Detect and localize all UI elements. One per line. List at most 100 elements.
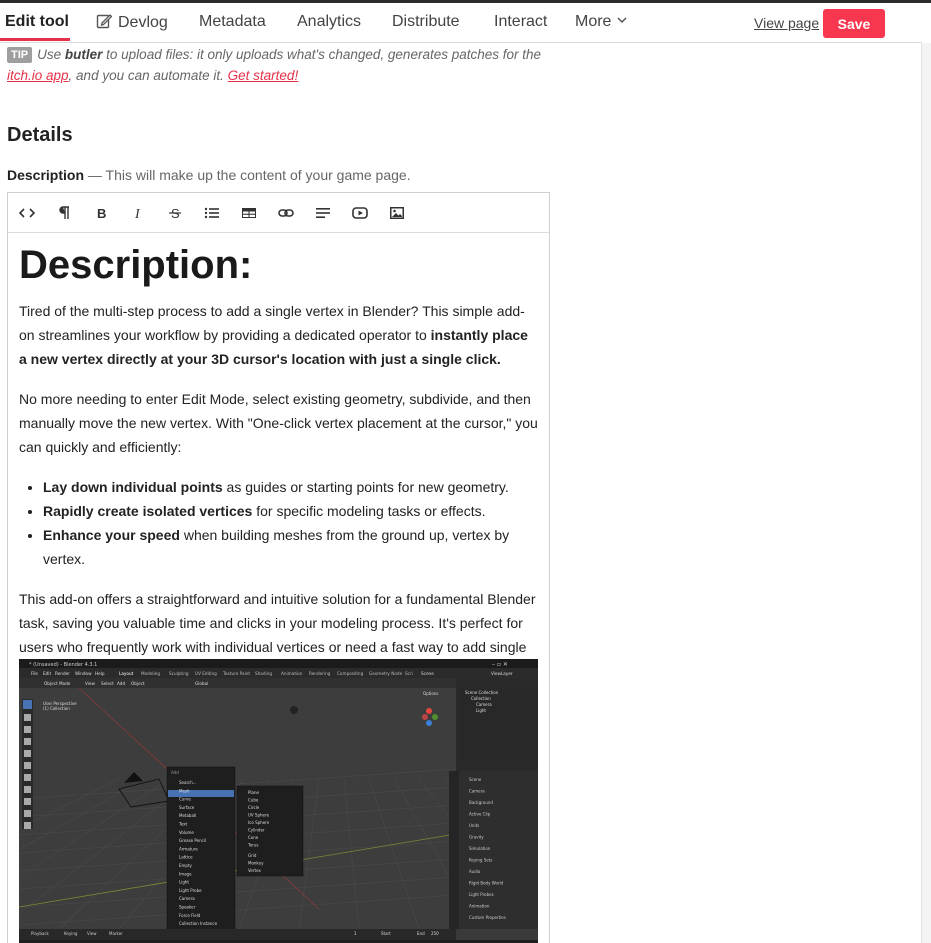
blender-title: * (Unsaved) - Blender 4.3.1 [29, 662, 97, 668]
object-mode-select: Object Mode [44, 681, 71, 686]
outliner-item: Light [476, 708, 486, 713]
bold-button[interactable]: B [82, 193, 119, 233]
properties-item: Scene [469, 777, 482, 782]
properties-item: Simulation [469, 846, 491, 851]
link-button[interactable] [267, 193, 304, 233]
blender-menu-item: Render [55, 671, 70, 676]
chevron-down-icon [617, 17, 627, 24]
properties-item: Animation [469, 904, 490, 909]
tip-text: , and you can automate it. [68, 68, 228, 83]
details-heading: Details [7, 124, 73, 146]
add-menu-item: Volume [179, 830, 194, 835]
timeline-menu-item: Marker [109, 931, 123, 936]
list-item-bold: Lay down individual points [43, 479, 223, 495]
timeline-menu-item: Playback [31, 931, 50, 936]
properties-item: Light Probes [469, 892, 494, 897]
gizmo-y-icon [432, 714, 438, 720]
blender-menu-item: Window [75, 671, 92, 676]
editor-content[interactable]: Description: Tired of the multi-step pro… [19, 237, 539, 699]
tab-analytics[interactable]: Analytics [297, 13, 361, 31]
content-heading: Description: [19, 243, 253, 287]
frame-end-label: End [417, 931, 425, 936]
mesh-menu-item: Plane [248, 790, 260, 795]
description-editor[interactable]: B I S Description: Tired of the multi-st… [7, 192, 550, 943]
gizmo-nx-icon [422, 714, 428, 720]
tool-icon [24, 810, 31, 817]
tab-more[interactable]: More [575, 13, 627, 31]
tab-interact[interactable]: Interact [494, 13, 547, 31]
outliner-item: Collection [471, 696, 491, 701]
scrollbar[interactable] [921, 43, 931, 943]
workspace-tab: Rendering [309, 671, 331, 676]
html-source-button[interactable] [8, 193, 45, 233]
tab-edit-tool[interactable]: Edit tool [5, 13, 69, 31]
properties-item: Custom Properties [469, 915, 506, 920]
select-tool-icon [23, 700, 32, 709]
outliner-item: Scene Collection [465, 690, 499, 695]
tab-distribute[interactable]: Distribute [392, 13, 460, 31]
code-icon [18, 207, 35, 218]
tab-devlog[interactable]: Devlog [96, 13, 168, 32]
add-menu-item: Light Probe [179, 888, 202, 893]
table-button[interactable] [230, 193, 267, 233]
frame-start-label: Start [381, 931, 391, 936]
blender-screenshot-image: * (Unsaved) - Blender 4.3.1 – ▫ ✕ File Ed… [19, 659, 538, 943]
workspace-tab: Scri [405, 671, 413, 676]
embed-video-button[interactable] [341, 193, 378, 233]
svg-text:B: B [97, 206, 106, 221]
bold-icon: B [97, 206, 106, 221]
save-button[interactable]: Save [823, 9, 885, 38]
paragraph-button[interactable] [45, 193, 82, 233]
align-button[interactable] [304, 193, 341, 233]
workspace-tab: Modeling [141, 671, 160, 676]
list-item-text: for specific modeling tasks or effects. [252, 503, 486, 519]
list-icon [204, 207, 219, 218]
view-page-link[interactable]: View page [754, 15, 819, 31]
mesh-menu-item: UV Sphere [248, 813, 270, 818]
add-menu-item: Collection Instance [179, 921, 218, 926]
get-started-link[interactable]: Get started! [228, 68, 299, 83]
video-icon [351, 206, 368, 219]
strikethrough-button[interactable]: S [156, 193, 193, 233]
italic-button[interactable]: I [119, 193, 156, 233]
tab-metadata[interactable]: Metadata [199, 13, 266, 31]
workspace-tab: UV Editing [195, 671, 217, 676]
align-left-icon [315, 207, 330, 218]
mesh-menu-item: Torus [247, 843, 258, 848]
add-menu-item: Mesh [179, 788, 190, 793]
add-menu-item: Armature [179, 846, 198, 851]
workspace-tab: Animation [281, 671, 303, 676]
blender-menu-item: File [31, 671, 38, 676]
properties-tabs [449, 771, 459, 929]
insert-image-button[interactable] [378, 193, 415, 233]
light-object [290, 706, 298, 714]
viewport-menu-item: Select [101, 681, 114, 686]
link-icon [277, 208, 294, 217]
add-menu-item: Surface [179, 805, 195, 810]
tip-badge: TIP [7, 47, 33, 63]
tool-icon [24, 786, 31, 793]
mesh-menu-item: Cube [248, 798, 259, 803]
mesh-menu-item: Cylinder [248, 828, 265, 833]
svg-text:I: I [134, 207, 141, 221]
mesh-menu-item: Vertex [248, 868, 261, 873]
itch-app-link[interactable]: itch.io app [7, 68, 69, 83]
active-tab-indicator [0, 38, 70, 41]
add-menu-item: Speaker [179, 905, 196, 910]
gizmo-x-icon [426, 708, 432, 714]
blender-menu-item: Help [95, 671, 105, 676]
add-menu-title: Add [171, 770, 179, 775]
tab-more-label: More [575, 13, 612, 30]
properties-item: Keying Sets [469, 858, 492, 863]
description-hint: — This will make up the content of your … [84, 167, 411, 183]
tip-text: to upload files: it only uploads what's … [102, 47, 542, 62]
window-controls-icon: – ▫ ✕ [492, 661, 508, 668]
workspace-tab: Layout [119, 671, 134, 676]
bullet-list-button[interactable] [193, 193, 230, 233]
tab-devlog-label: Devlog [118, 14, 168, 31]
gizmo-z-icon [426, 720, 432, 726]
feature-list: Lay down individual points as guides or … [43, 475, 539, 571]
workspace-tab: Texture Paint [222, 671, 250, 676]
mesh-highlight [168, 790, 234, 797]
description-label-bold: Description [7, 167, 85, 183]
